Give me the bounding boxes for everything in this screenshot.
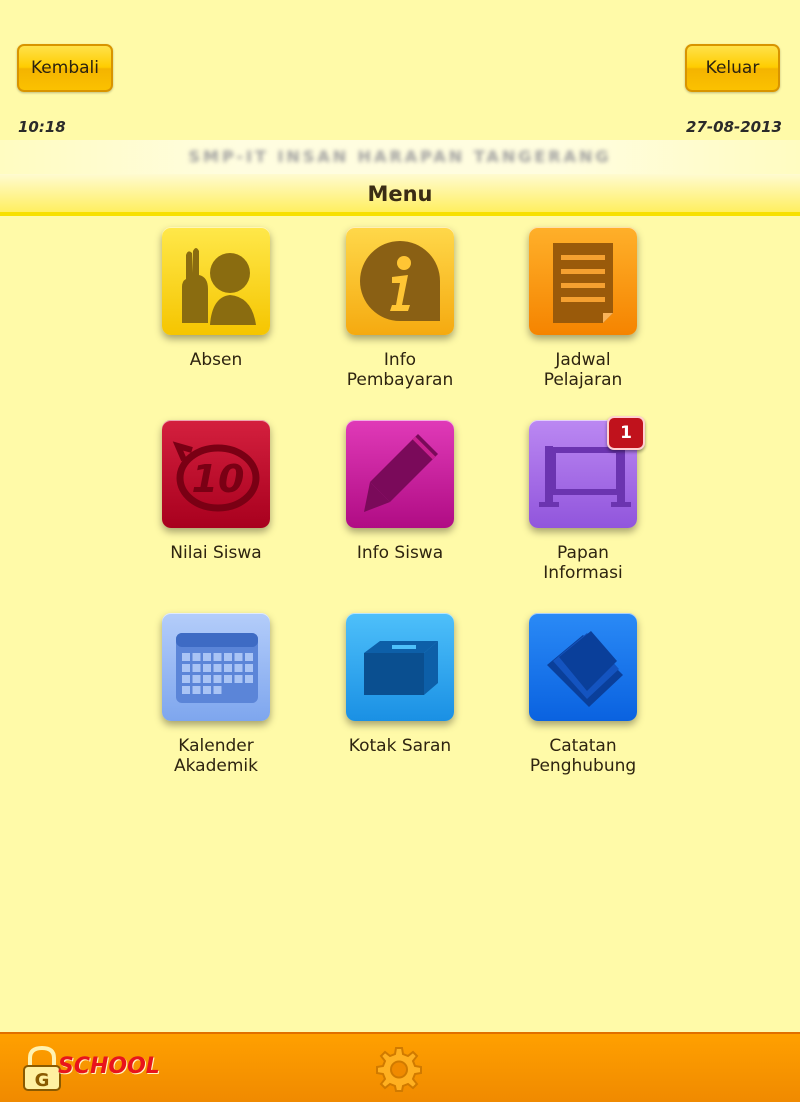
menu-label: Info Siswa [356,543,444,563]
menu-label: Kalender Akademik [174,736,258,776]
calendar-cell [245,653,253,661]
menu-tile-catatan-penghubung[interactable]: Catatan Penghubung [513,613,653,776]
catatan-penghubung-tile-box[interactable] [529,613,637,721]
grade-stamp-icon: 10 [172,441,260,512]
menu-label: Nilai Siswa [170,543,262,563]
kalender-akademik-tile-box[interactable] [162,613,270,721]
notification-badge: 1 [607,416,645,450]
footer-bar: G SCHOOL [0,1032,800,1102]
pencil-icon [364,434,438,512]
nilai-siswa-tile-box[interactable]: 10 [162,420,270,528]
clock: 10:18 [18,118,66,136]
calendar-cell [224,664,232,672]
menu-label: Info Pembayaran [346,350,454,390]
calendar-cell [182,664,190,672]
calendar-cell [182,675,190,683]
svg-text:10: 10 [192,457,245,501]
calendar-cell [234,664,243,672]
menu-label: Absen [189,350,243,370]
jadwal-pelajaran-tile-box[interactable] [529,227,637,335]
menu-label: Catatan Penghubung [529,736,637,776]
calendar-cell [203,664,211,672]
calendar-cell [192,664,201,672]
lock-icon: G [23,1046,61,1091]
calendar-cell [182,653,190,661]
school-banner: SMP-IT INSAN HARAPAN TANGERANG [0,140,800,174]
info-siswa-tile-box[interactable] [346,420,454,528]
school-lock-logo[interactable]: G SCHOOL [22,1046,162,1092]
menu-tile-kalender-akademik[interactable]: Kalender Akademik [146,613,286,776]
info-pembayaran-tile-box[interactable] [346,227,454,335]
back-button[interactable]: Kembali [17,44,113,92]
date: 27-08-2013 [686,118,782,136]
menu-tile-kotak-saran[interactable]: Kotak Saran [330,613,470,756]
calendar-cell [224,675,232,683]
calendar-cell [192,653,201,661]
menu-tile-info-pembayaran[interactable]: Info Pembayaran [330,227,470,390]
calendar-cell [203,686,211,694]
menu-header: Menu [0,174,800,216]
svg-text:G: G [35,1070,50,1091]
logo-text: SCHOOL [58,1054,160,1079]
calendar-cell [213,664,222,672]
menu-title: Menu [367,182,433,206]
calendar-cell [192,675,201,683]
schedule-document-icon [553,243,613,323]
menu-label: Kotak Saran [348,736,452,756]
suggestion-box-icon [364,641,438,695]
raised-hand-icon [182,248,256,325]
menu-tile-info-siswa[interactable]: Info Siswa [330,420,470,563]
school-name: SMP-IT INSAN HARAPAN TANGERANG [188,147,612,166]
calendar-cell [182,686,190,694]
calendar-cell [234,653,243,661]
calendar-cell [224,653,232,661]
calendar-cell [213,675,222,683]
menu-tile-absen[interactable]: Absen [146,227,286,370]
menu-tile-papan-informasi[interactable]: 1 Papan Informasi [513,416,653,583]
calendar-cell [213,686,222,694]
calendar-cell [245,675,253,683]
calendar-icon [176,633,258,703]
info-icon [360,241,440,321]
papan-informasi-tile-box[interactable]: 1 [529,416,645,528]
calendar-cell [192,686,201,694]
notes-icon [547,631,623,707]
calendar-cell [203,675,211,683]
logout-button[interactable]: Keluar [685,44,780,92]
menu-tile-nilai-siswa[interactable]: 10 Nilai Siswa [146,420,286,563]
menu-tile-jadwal-pelajaran[interactable]: Jadwal Pelajaran [513,227,653,390]
menu-label: Jadwal Pelajaran [543,350,623,390]
menu-label: Papan Informasi [543,543,623,583]
calendar-cell [245,664,253,672]
calendar-cell [213,653,222,661]
calendar-cell [203,653,211,661]
kotak-saran-tile-box[interactable] [346,613,454,721]
absen-tile-box[interactable] [162,227,270,335]
calendar-cell [234,675,243,683]
gear-icon[interactable] [376,1046,422,1092]
